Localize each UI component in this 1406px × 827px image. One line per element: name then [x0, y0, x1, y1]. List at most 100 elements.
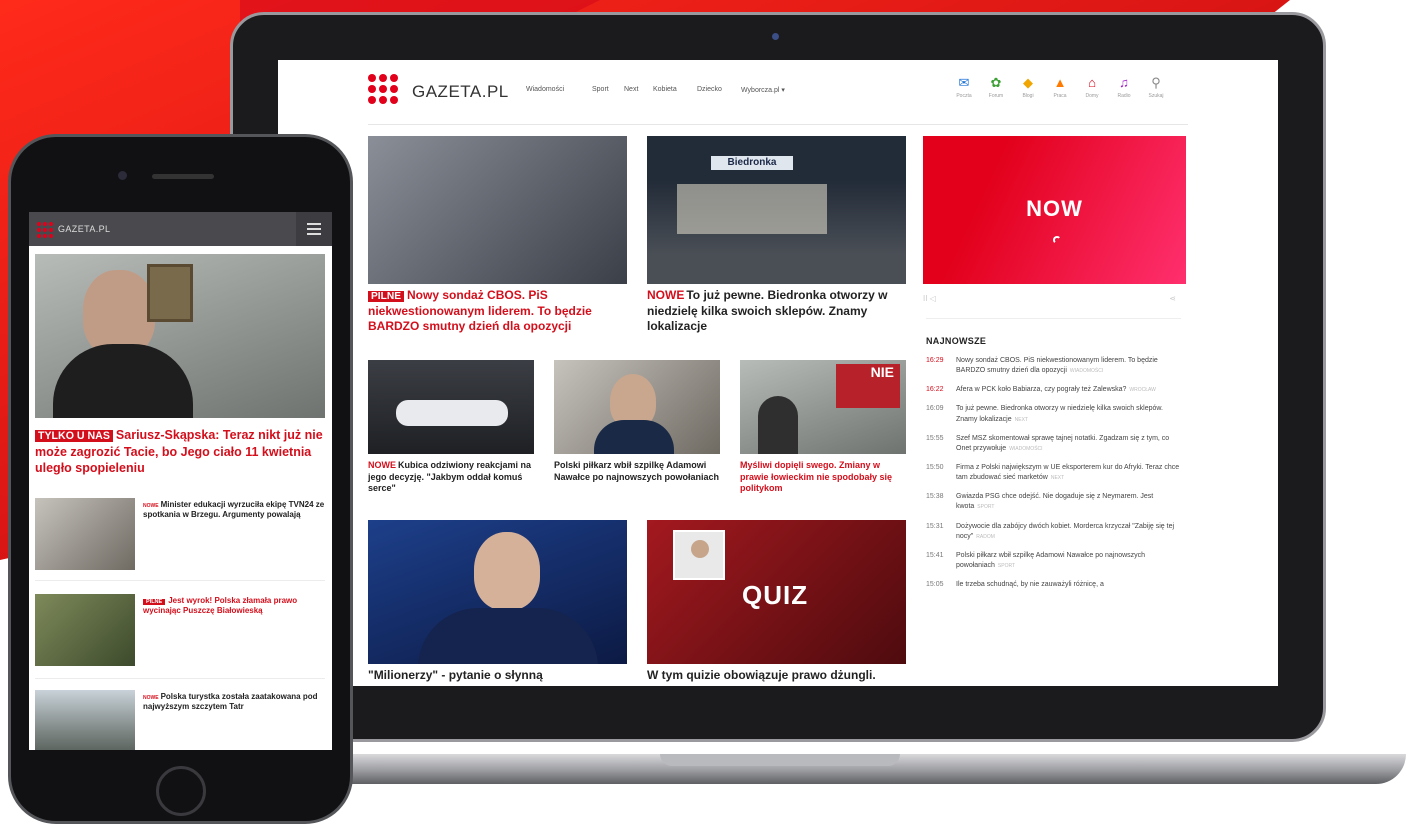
mobile-item-image-minister[interactable] — [35, 498, 135, 570]
article-headline-milionerzy[interactable]: "Milionerzy" - pytanie o słynną — [368, 668, 630, 684]
woman-sweater — [53, 344, 193, 418]
nav-dziecko[interactable]: Dziecko — [697, 86, 722, 93]
article-headline-kubica[interactable]: NOWE Kubica odziwiony reakcjami na jego d… — [368, 460, 536, 495]
mobile-hero-headline[interactable]: TYLKO U NAS Sariusz-Skąpska: Teraz nikt j… — [35, 427, 327, 476]
latest-news-body: Firma z Polski największym w UE eksporte… — [956, 463, 1182, 483]
latest-news-time: 16:29 — [926, 357, 944, 364]
service-poczta[interactable]: ✉ Poczta — [950, 75, 978, 100]
phone-speaker — [152, 174, 214, 179]
latest-news-list: 16:29 Nowy sondaż CBOS. PiS niekwestionow… — [926, 356, 1182, 599]
article-headline-pilkarz[interactable]: Polski piłkarz wbił szpilkę Adamowi Nawa… — [554, 460, 722, 483]
mobile-hero-image[interactable] — [35, 254, 325, 418]
latest-news-text: Firma z Polski największym w UE eksporte… — [956, 463, 1180, 482]
article-image-sondaz[interactable] — [368, 136, 627, 284]
laptop-notch — [660, 754, 900, 766]
article-headline-biedronka[interactable]: NOWE To już pewne. Biedronka otworzy w ni… — [647, 288, 909, 335]
latest-news-category: Radom — [976, 533, 995, 540]
service-szukaj[interactable]: ⚲ Szukaj — [1142, 76, 1170, 100]
header-divider — [368, 124, 1188, 125]
nav-sport[interactable]: Sport — [592, 86, 609, 93]
blog-icon: ◆ — [1023, 75, 1033, 90]
nav-next[interactable]: Next — [624, 86, 638, 93]
service-praca[interactable]: ▲ Praca — [1046, 75, 1074, 100]
promo-stage: GAZETA.PL Wiadomości Sport Next Kobieta … — [0, 0, 1406, 827]
quiz-thumbnail — [673, 530, 725, 580]
latest-news-time: 15:55 — [926, 434, 944, 442]
quiz-label: QUIZ — [742, 580, 809, 610]
nav-wyborcza[interactable]: Wyborcza.pl ▾ — [741, 86, 785, 94]
latest-news-body: Gwiazda PSG chce odejść. Nie dogaduje si… — [956, 492, 1182, 512]
forum-icon: ✿ — [990, 75, 1002, 90]
job-icon: ▲ — [1053, 75, 1067, 90]
latest-news-time: 15:38 — [926, 493, 944, 501]
mobile-item-puszcza[interactable]: PILNE Jest wyrok! Polska złamała prawo wy… — [143, 596, 329, 617]
hamburger-menu-icon[interactable] — [296, 212, 332, 246]
service-domy[interactable]: ⌂ Domy — [1078, 75, 1106, 100]
latest-news-item[interactable]: 16:09 To już pewne. Biedronka otworzy w n… — [926, 404, 1182, 424]
latest-news-body: Nowy sondaż CBOS. PiS niekwestionowanym … — [956, 356, 1182, 376]
phone-screen: GAZETA.PL TYLKO U NAS Sariusz-Skąpska: Te… — [29, 212, 332, 750]
article-image-kubica[interactable] — [368, 360, 534, 454]
article-image-quiz[interactable]: QUIZ — [647, 520, 906, 664]
article-image-mysliwi[interactable]: NIE — [740, 360, 906, 454]
latest-news-item[interactable]: 15:31 Dożywocie dla zabójcy dwóch kobiet.… — [926, 522, 1182, 542]
site-logo-text[interactable]: GAZETA.PL — [412, 82, 509, 102]
latest-news-category: Next — [1050, 475, 1065, 482]
protest-banner: NIE — [836, 364, 900, 408]
latest-news-item[interactable]: 16:29 Nowy sondaż CBOS. PiS niekwestionow… — [926, 356, 1182, 376]
latest-news-text: Polski piłkarz wbił szpilkę Adamowi Nawa… — [956, 551, 1146, 569]
latest-news-text: Szef MSZ skomentował sprawę tajnej notat… — [956, 434, 1170, 452]
article-headline-mysliwi[interactable]: Myśliwi dopięli swego. Zmiany w prawie ł… — [740, 460, 908, 495]
list-divider — [35, 678, 325, 679]
latest-divider — [926, 318, 1181, 319]
service-forum[interactable]: ✿ Forum — [982, 75, 1010, 100]
latest-news-item[interactable]: 15:38 Gwiazda PSG chce odejść. Nie dogadu… — [926, 492, 1182, 512]
nav-kobieta[interactable]: Kobieta — [653, 86, 677, 93]
now-video-player[interactable]: NOW — [923, 136, 1186, 284]
latest-news-item[interactable]: 15:55 Szef MSZ skomentował sprawę tajnej … — [926, 434, 1182, 454]
tag-pilne: PILNE — [368, 291, 405, 302]
latest-news-time: 15:50 — [926, 463, 944, 471]
latest-news-time: 15:05 — [926, 581, 944, 589]
house-icon: ⌂ — [1088, 75, 1096, 90]
laptop-camera — [772, 33, 779, 40]
store-sign: Biedronka — [711, 156, 793, 170]
latest-news-body: Afera w PCK koło Babiarza, czy pograły t… — [956, 385, 1156, 395]
mobile-item-tatry[interactable]: NOWE Polska turystka została zaatakowana … — [143, 692, 329, 713]
article-headline-quiz[interactable]: W tym quizie obowiązuje prawo dżungli. — [647, 668, 909, 684]
latest-news-item[interactable]: 15:50 Firma z Polski największym w UE eks… — [926, 463, 1182, 483]
mobile-item-image-puszcza[interactable] — [35, 594, 135, 666]
now-label: NOW — [1026, 196, 1083, 221]
latest-news-time: 16:09 — [926, 405, 944, 413]
service-blogi[interactable]: ◆ Blogi — [1014, 75, 1042, 100]
loading-spinner-icon — [1053, 236, 1061, 244]
article-image-biedronka[interactable]: Biedronka — [647, 136, 906, 284]
latest-news-category: Sport — [977, 504, 995, 511]
latest-news-body: Szef MSZ skomentował sprawę tajnej notat… — [956, 434, 1182, 454]
article-headline-sondaz[interactable]: PILNE Nowy sondaż CBOS. PiS niekwestionow… — [368, 288, 630, 335]
latest-news-heading: NAJNOWSZE — [926, 336, 987, 346]
gazeta-logo-icon[interactable] — [37, 222, 53, 238]
latest-news-item[interactable]: 16:22 Afera w PCK koło Babiarza, czy pogr… — [926, 385, 1182, 395]
nav-wiadomosci[interactable]: Wiadomości — [526, 86, 564, 93]
article-image-pilkarz[interactable] — [554, 360, 720, 454]
latest-news-item[interactable]: 15:05 Ile trzeba schudnąć, by nie zauważy… — [926, 580, 1182, 590]
latest-news-category: Wiadomości — [1009, 445, 1043, 452]
player-controls[interactable]: II ◁ ⋖ — [923, 294, 1186, 304]
pause-volume-icon[interactable]: II ◁ — [923, 294, 936, 303]
mobile-logo-text[interactable]: GAZETA.PL — [58, 224, 110, 234]
latest-news-category: Next — [1014, 416, 1028, 423]
article-image-milionerzy[interactable] — [368, 520, 627, 664]
latest-news-body: Dożywocie dla zabójcy dwóch kobiet. Mord… — [956, 522, 1182, 542]
service-radio[interactable]: ♫ Radio — [1110, 76, 1138, 100]
mobile-item-image-tatry[interactable] — [35, 690, 135, 750]
latest-news-item[interactable]: 15:41 Polski piłkarz wbił szpilkę Adamowi… — [926, 551, 1182, 571]
jacket — [594, 420, 674, 454]
share-icon[interactable]: ⋖ — [1169, 294, 1176, 303]
gazeta-logo-icon[interactable] — [368, 74, 398, 104]
home-button[interactable] — [156, 766, 206, 816]
mobile-item-minister[interactable]: NOWE Minister edukacji wyrzuciła ekipę TV… — [143, 500, 329, 521]
protester — [758, 396, 798, 454]
latest-news-category: Sport — [997, 562, 1016, 569]
mail-icon: ✉ — [958, 75, 970, 90]
